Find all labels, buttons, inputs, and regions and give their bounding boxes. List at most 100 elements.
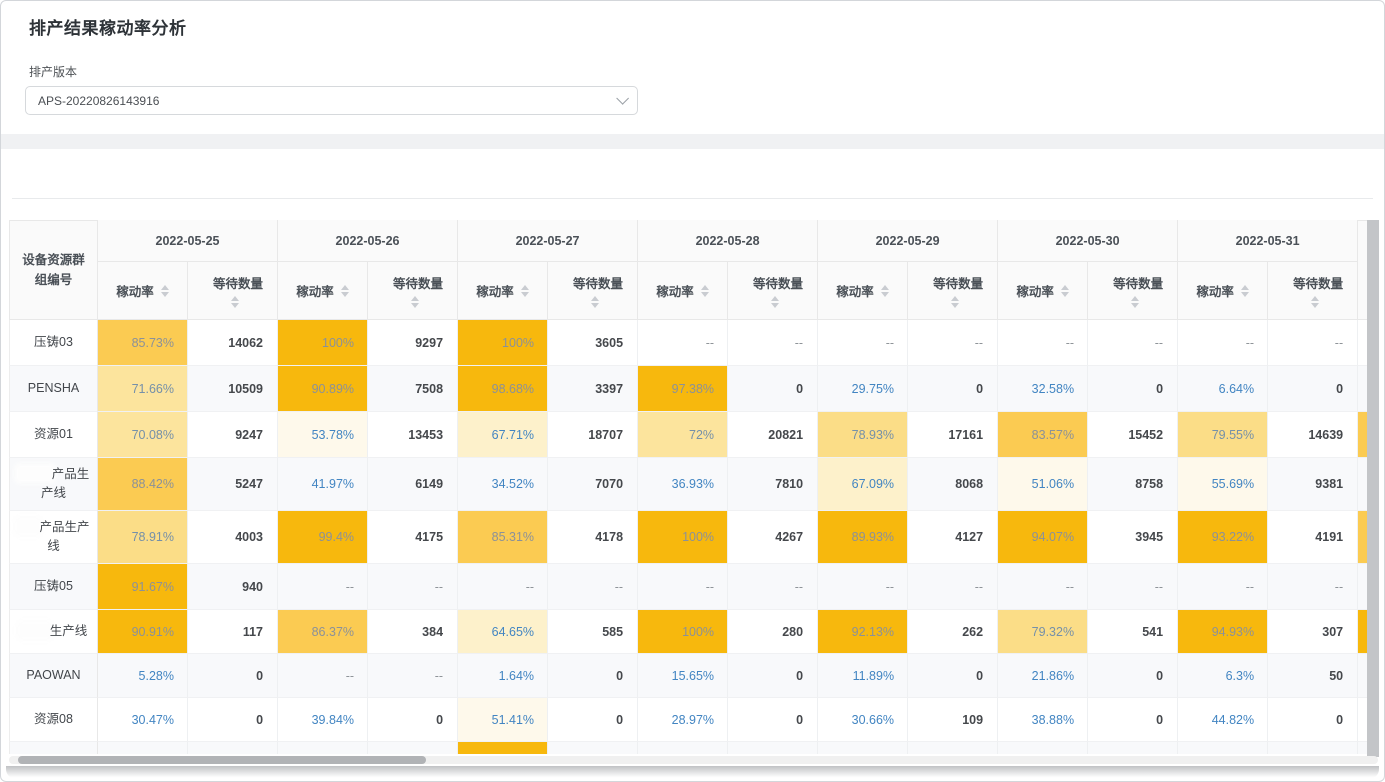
horizontal-scrollbar-thumb[interactable] [18, 756, 426, 764]
sort-icon [411, 296, 419, 308]
utilization-cell: 30.47% [98, 698, 188, 742]
utilization-cell [998, 742, 1088, 754]
wait-qty-cell: 4003 [188, 511, 278, 564]
sort-icon [1131, 296, 1139, 308]
utilization-cell [278, 742, 368, 754]
date-column-header-5: 2022-05-30 [998, 220, 1178, 262]
utilization-cell: -- [638, 564, 728, 610]
utilization-sort-header-4[interactable]: 稼动率 [818, 262, 908, 320]
sort-icon [881, 285, 889, 297]
wait-qty-cell [548, 742, 638, 754]
version-select[interactable]: APS-20220826143916 [25, 86, 638, 115]
resource-group-label [9, 742, 98, 754]
table-horizontal-scrollbar[interactable] [9, 756, 1378, 764]
utilization-cell: 6.3% [1178, 654, 1268, 698]
wait-qty-cell: 585 [548, 610, 638, 654]
clipped-cell [1358, 610, 1367, 654]
wait-qty-cell [188, 742, 278, 754]
date-column-header-2: 2022-05-27 [458, 220, 638, 262]
utilization-cell: -- [998, 564, 1088, 610]
utilization-sort-header-3[interactable]: 稼动率 [638, 262, 728, 320]
wait-qty-cell: 262 [908, 610, 998, 654]
clipped-cell [1358, 458, 1367, 511]
wait-qty-cell [728, 742, 818, 754]
wait-qty-sort-header-2[interactable]: 等待数量 [548, 262, 638, 320]
utilization-cell: -- [818, 564, 908, 610]
clipped-next-column [1358, 220, 1367, 320]
resource-group-label: 压铸03 [9, 320, 98, 366]
table-row: 生产线90.91%11786.37%38464.65%585100%28092.… [9, 610, 1367, 654]
wait-qty-cell: 9297 [368, 320, 458, 366]
sort-icon [1311, 296, 1319, 308]
wait-qty-cell: 0 [188, 698, 278, 742]
resource-group-label: PENSHA [9, 366, 98, 412]
wait-qty-sort-header-3[interactable]: 等待数量 [728, 262, 818, 320]
utilization-cell: 21.86% [998, 654, 1088, 698]
utilization-cell: 99.4% [278, 511, 368, 564]
date-column-header-4: 2022-05-29 [818, 220, 998, 262]
wait-qty-cell: 15452 [1088, 412, 1178, 458]
utilization-cell: 89.93% [818, 511, 908, 564]
utilization-sort-header-0[interactable]: 稼动率 [98, 262, 188, 320]
wait-qty-cell: 940 [188, 564, 278, 610]
wait-qty-cell [368, 742, 458, 754]
wait-qty-cell: 4267 [728, 511, 818, 564]
wait-qty-sort-header-6[interactable]: 等待数量 [1268, 262, 1358, 320]
utilization-cell: -- [278, 654, 368, 698]
wait-qty-cell: -- [368, 654, 458, 698]
utilization-cell: 67.71% [458, 412, 548, 458]
wait-qty-cell: 7810 [728, 458, 818, 511]
table-row [9, 742, 1367, 754]
utilization-cell: 30.66% [818, 698, 908, 742]
sort-icon [1241, 285, 1249, 297]
page-title: 排产结果稼动率分析 [29, 14, 187, 39]
utilization-cell: 51.41% [458, 698, 548, 742]
clipped-cell [1358, 320, 1367, 366]
utilization-cell: 34.52% [458, 458, 548, 511]
wait-qty-cell: 4175 [368, 511, 458, 564]
utilization-cell: -- [1178, 320, 1268, 366]
card-bottom-shadow [6, 766, 1379, 779]
wait-qty-cell: 4191 [1268, 511, 1358, 564]
utilization-cell: 97.38% [638, 366, 728, 412]
wait-qty-cell: 4178 [548, 511, 638, 564]
utilization-cell [638, 742, 728, 754]
wait-qty-cell: -- [728, 320, 818, 366]
resource-group-label: 资源01 [9, 412, 98, 458]
utilization-sort-header-1[interactable]: 稼动率 [278, 262, 368, 320]
utilization-grid: 设备资源群组编号2022-05-252022-05-262022-05-2720… [9, 220, 1367, 754]
wait-qty-sort-header-4[interactable]: 等待数量 [908, 262, 998, 320]
wait-qty-cell: 0 [1088, 654, 1178, 698]
wait-qty-cell: 6149 [368, 458, 458, 511]
wait-qty-sort-header-1[interactable]: 等待数量 [368, 262, 458, 320]
wait-qty-cell: 0 [368, 698, 458, 742]
utilization-cell: 32.58% [998, 366, 1088, 412]
table-vertical-scrollbar[interactable] [1367, 220, 1379, 757]
wait-qty-cell: 5247 [188, 458, 278, 511]
wait-qty-sort-header-5[interactable]: 等待数量 [1088, 262, 1178, 320]
wait-qty-sort-header-0[interactable]: 等待数量 [188, 262, 278, 320]
utilization-cell: -- [458, 564, 548, 610]
utilization-cell: -- [1178, 564, 1268, 610]
table-row: 压铸0385.73%14062100%9297100%3605---------… [9, 320, 1367, 366]
utilization-cell: 100% [458, 320, 548, 366]
utilization-cell: 55.69% [1178, 458, 1268, 511]
vertical-scrollbar-thumb[interactable] [1367, 220, 1379, 757]
wait-qty-cell: 10509 [188, 366, 278, 412]
utilization-cell: 64.65% [458, 610, 548, 654]
resource-group-label: 压铸05 [9, 564, 98, 610]
utilization-sort-header-6[interactable]: 稼动率 [1178, 262, 1268, 320]
utilization-cell: 29.75% [818, 366, 908, 412]
resource-group-label: 生产线 [9, 610, 98, 654]
utilization-cell: 67.09% [818, 458, 908, 511]
utilization-cell: 41.97% [278, 458, 368, 511]
chevron-down-icon [616, 92, 629, 105]
wait-qty-cell: 0 [1268, 366, 1358, 412]
utilization-sort-header-5[interactable]: 稼动率 [998, 262, 1088, 320]
wait-qty-cell: 50 [1268, 654, 1358, 698]
table-row: 资源0830.47%039.84%051.41%028.97%030.66%10… [9, 698, 1367, 742]
utilization-sort-header-2[interactable]: 稼动率 [458, 262, 548, 320]
wait-qty-cell: 0 [1088, 366, 1178, 412]
sort-icon [951, 296, 959, 308]
sort-icon [161, 285, 169, 297]
